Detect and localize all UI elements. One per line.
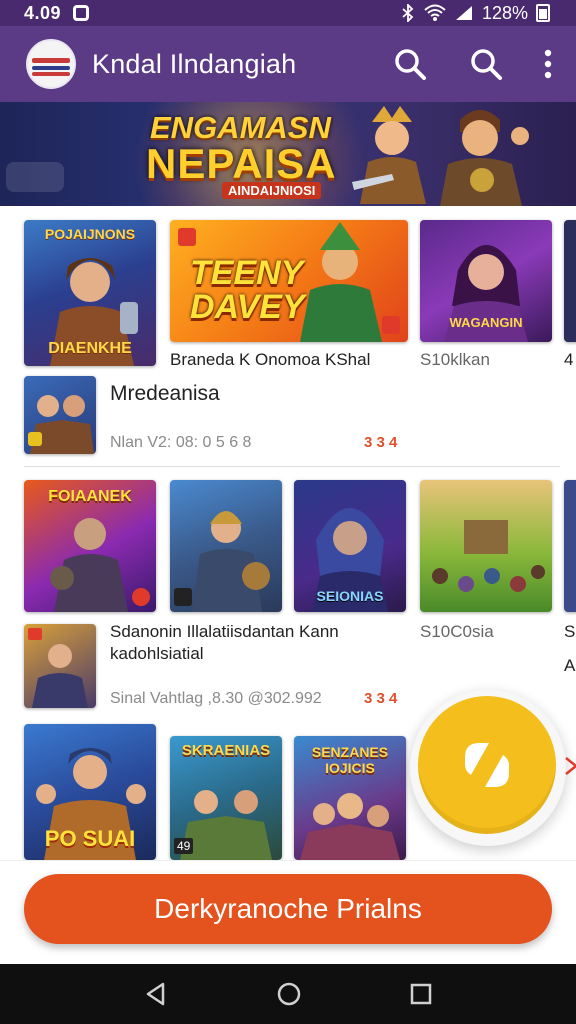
bluetooth-icon bbox=[402, 4, 414, 22]
tile-subtitle: DIAENKHE bbox=[48, 340, 132, 357]
game-tile[interactable]: FOIAANEK bbox=[24, 480, 156, 612]
item-meta: Nlan V2: 08: 0 5 6 8 bbox=[110, 434, 252, 451]
game-art bbox=[432, 520, 545, 592]
signal-icon bbox=[455, 6, 472, 20]
divider bbox=[24, 466, 560, 467]
game-label: S bbox=[564, 622, 576, 641]
recents-icon[interactable] bbox=[409, 982, 433, 1006]
banner-hero-left bbox=[352, 106, 426, 204]
status-time: 4.09 bbox=[24, 2, 62, 23]
item-art bbox=[28, 395, 94, 454]
tile-title: SEIONIAS bbox=[316, 588, 384, 604]
game-tile[interactable]: PO SUAI bbox=[24, 724, 156, 860]
tile-badge bbox=[132, 588, 150, 606]
item-title[interactable]: Mredeanisa bbox=[110, 382, 220, 406]
game-tile[interactable]: WAGANGIN bbox=[420, 220, 552, 342]
primary-cta-button[interactable]: Derkyranoche Prialns bbox=[24, 874, 552, 944]
home-icon[interactable] bbox=[276, 981, 302, 1007]
tile-title: WAGANGIN bbox=[449, 315, 523, 330]
tile-title: PO SUAI bbox=[44, 826, 136, 851]
item-meta-right: 3 3 4 bbox=[364, 434, 398, 451]
play-pause-icon bbox=[465, 743, 509, 787]
notification-icon bbox=[73, 5, 90, 21]
tile-title: SENZANES IOJICIS bbox=[311, 744, 389, 776]
game-tile[interactable]: SENZANES IOJICIS bbox=[294, 736, 406, 860]
battery-percent: 128% bbox=[481, 2, 528, 23]
app-bar-actions bbox=[386, 40, 558, 88]
game-tile[interactable]: SEIONIAS bbox=[294, 480, 406, 612]
item-meta: Sinal Vahtlag ,8.30 @302.992 bbox=[110, 690, 322, 707]
item-title-line2: kadohlsiatial bbox=[110, 644, 204, 663]
system-nav-bar bbox=[0, 964, 576, 1024]
tile-title: SKRAENIAS bbox=[181, 742, 271, 759]
game-label: S10klkan bbox=[420, 350, 490, 369]
item-art bbox=[28, 628, 88, 708]
battery-icon bbox=[536, 4, 550, 22]
tile-title: TEENY DAVEY bbox=[190, 254, 305, 326]
game-label: 4 bbox=[564, 350, 574, 369]
game-tile[interactable]: TEENY DAVEY bbox=[170, 220, 408, 342]
screen: 4.09 128% Kndal Ilndangiah ENGAMASN NEPA… bbox=[0, 0, 576, 1024]
app-bar: Kndal Ilndangiah bbox=[0, 26, 576, 102]
banner-line2: NEPAISA bbox=[146, 140, 337, 187]
tile-title: POJAIJNONS bbox=[44, 226, 136, 242]
side-arrow-icon bbox=[565, 757, 576, 775]
item-thumbnail[interactable] bbox=[24, 624, 96, 708]
fab-button[interactable] bbox=[418, 696, 556, 834]
status-right: 128% bbox=[400, 3, 550, 24]
item-thumbnail[interactable] bbox=[24, 376, 96, 454]
gamepad-graphic bbox=[6, 162, 64, 192]
tile-badge bbox=[178, 228, 196, 246]
edge-label: A bbox=[564, 656, 576, 675]
game-tile[interactable]: POJAIJNONS DIAENKHE bbox=[24, 220, 156, 366]
tile-title: FOIAANEK bbox=[48, 488, 132, 505]
search-icon[interactable] bbox=[462, 40, 510, 88]
item-meta-right: 3 3 4 bbox=[364, 690, 398, 707]
back-icon[interactable] bbox=[143, 981, 169, 1007]
more-vert-icon[interactable] bbox=[538, 40, 558, 88]
status-bar: 4.09 128% bbox=[0, 0, 576, 26]
app-title: Kndal Ilndangiah bbox=[92, 48, 297, 79]
game-tile[interactable]: SKRAENIAS 49 bbox=[170, 736, 282, 860]
game-tile[interactable] bbox=[420, 480, 552, 612]
tile-badge bbox=[174, 588, 192, 606]
promo-banner[interactable]: ENGAMASN NEPAISA AINDAIJNIOSI bbox=[0, 102, 576, 206]
game-label: Braneda K Onomoa KShal bbox=[170, 350, 371, 369]
search-icon[interactable] bbox=[386, 40, 434, 88]
banner-hero-right bbox=[440, 110, 529, 206]
tile-badge: 49 bbox=[174, 838, 194, 854]
game-tile[interactable] bbox=[170, 480, 282, 612]
game-tile-partial[interactable] bbox=[564, 480, 576, 612]
game-label: S10C0sia bbox=[420, 622, 494, 641]
tile-badge bbox=[382, 316, 400, 334]
item-title[interactable]: Sdanonin Illalatiisdantan Kann bbox=[110, 622, 404, 642]
app-logo[interactable] bbox=[26, 39, 76, 89]
banner-line3: AINDAIJNIOSI bbox=[222, 182, 322, 199]
game-tile-partial[interactable] bbox=[564, 220, 576, 342]
wifi-icon bbox=[424, 4, 446, 21]
